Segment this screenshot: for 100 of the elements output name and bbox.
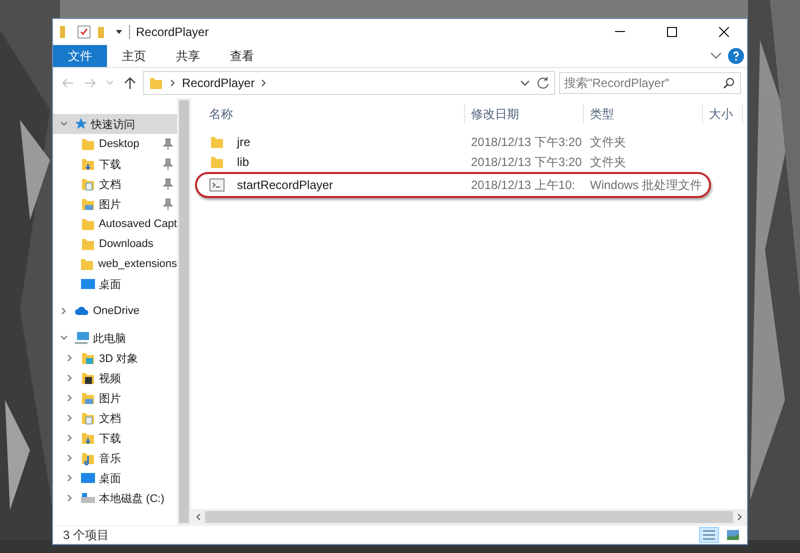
expand-chevron-icon[interactable]: [66, 454, 74, 462]
search-icon: [723, 77, 735, 89]
column-header[interactable]: 名称: [203, 104, 465, 124]
sidebar-item[interactable]: Downloads: [53, 234, 177, 254]
modified-date: 2018/12/13 上午10:: [470, 176, 576, 194]
file-row[interactable]: jre 2018/12/13 下午3:20 文件夹: [203, 132, 747, 152]
sidebar-item[interactable]: 图片: [53, 388, 177, 408]
help-icon: [728, 48, 744, 64]
item-count: 3 个项目: [63, 526, 110, 544]
scroll-left-icon[interactable]: [195, 513, 201, 521]
search-field[interactable]: 搜索"RecordPlayer": [559, 72, 741, 94]
cloud-icon: [74, 305, 90, 317]
special-folder-icon: [80, 156, 96, 172]
expand-chevron-icon[interactable]: [66, 434, 74, 442]
sidebar-item[interactable]: 桌面: [53, 274, 177, 294]
horizontal-scrollbar[interactable]: [191, 509, 747, 525]
sidebar-item[interactable]: web_extensions: [53, 254, 177, 274]
ribbon-tab[interactable]: 文件: [53, 45, 107, 67]
special-folder-icon: [80, 370, 96, 386]
sidebar-item[interactable]: OneDrive: [53, 301, 177, 321]
sidebar-item[interactable]: 下载: [53, 428, 177, 448]
dropdown-icon[interactable]: [115, 29, 123, 35]
details-view-icon: [702, 529, 716, 541]
file-name: startRecordPlayer: [236, 178, 334, 192]
sidebar-item[interactable]: Autosaved Capt: [53, 214, 177, 234]
special-folder-icon: [80, 350, 96, 366]
special-folder-icon: [80, 176, 96, 192]
ribbon-tab[interactable]: 主页: [107, 45, 161, 67]
special-folder-icon: [80, 450, 96, 466]
file-type: 文件夹: [589, 154, 627, 170]
window-title: RecordPlayer: [129, 25, 209, 39]
drive-icon: [80, 492, 96, 504]
chevron-down-icon: [710, 52, 722, 60]
details-view-button[interactable]: [699, 527, 719, 543]
column-header[interactable]: 大小: [703, 104, 743, 124]
sidebar-item[interactable]: 本地磁盘 (C:): [53, 488, 177, 508]
folder-icon: [209, 134, 225, 150]
sidebar-item[interactable]: 快速访问: [53, 114, 177, 134]
minimize-icon: [615, 31, 625, 33]
file-name: jre: [236, 135, 250, 149]
ribbon-tab[interactable]: 共享: [161, 45, 215, 67]
sidebar-item[interactable]: 视频: [53, 368, 177, 388]
special-folder-icon: [80, 390, 96, 406]
file-type: 文件夹: [589, 134, 627, 150]
expand-chevron-icon[interactable]: [66, 394, 74, 402]
up-arrow-icon: [124, 77, 136, 89]
chevron-down-icon[interactable]: [520, 80, 530, 86]
pin-icon[interactable]: [163, 178, 173, 190]
expand-chevron-icon[interactable]: [66, 354, 74, 362]
pin-icon[interactable]: [163, 138, 173, 150]
breadcrumb[interactable]: RecordPlayer: [182, 76, 255, 90]
collapse-chevron-icon[interactable]: [60, 120, 68, 128]
folder-icon: [209, 154, 225, 170]
file-row[interactable]: startRecordPlayer 2018/12/13 上午10: Windows 批处理文件: [195, 172, 711, 198]
special-folder-icon: [80, 196, 96, 212]
sidebar-item[interactable]: 3D 对象: [53, 348, 177, 368]
sidebar-item[interactable]: 下载: [53, 154, 177, 174]
folder-icon: [80, 136, 96, 152]
special-folder-icon: [80, 410, 96, 426]
vertical-scrollbar[interactable]: [177, 98, 191, 525]
sidebar-item[interactable]: 音乐: [53, 448, 177, 468]
desktop-icon: [80, 472, 96, 484]
ribbon-tab[interactable]: 查看: [215, 45, 269, 67]
pin-icon[interactable]: [163, 198, 173, 210]
sidebar-item[interactable]: 此电脑: [53, 328, 177, 348]
expand-chevron-icon[interactable]: [66, 374, 74, 382]
collapse-chevron-icon[interactable]: [60, 334, 68, 342]
address-bar[interactable]: RecordPlayer: [143, 71, 555, 95]
folder-icon: [79, 256, 96, 272]
close-icon: [719, 27, 729, 37]
computer-icon: [74, 331, 90, 345]
sidebar-item[interactable]: Desktop: [53, 134, 177, 154]
chevron-right-icon: [170, 79, 176, 87]
desktop-icon: [80, 278, 96, 290]
thumbnail-view-icon: [726, 529, 740, 541]
maximize-icon: [667, 27, 677, 37]
file-name: lib: [236, 155, 250, 169]
sidebar-item[interactable]: 桌面: [53, 468, 177, 488]
chevron-right-icon: [260, 79, 267, 87]
expand-chevron-icon[interactable]: [66, 474, 74, 482]
sidebar-item[interactable]: 文档: [53, 174, 177, 194]
properties-icon[interactable]: [77, 25, 91, 39]
expand-chevron-icon[interactable]: [66, 414, 74, 422]
sidebar-item[interactable]: 文档: [53, 408, 177, 428]
folder-icon: [80, 216, 96, 232]
column-header[interactable]: 类型: [584, 104, 703, 124]
sidebar-item[interactable]: 图片: [53, 194, 177, 214]
scroll-right-icon[interactable]: [737, 513, 743, 521]
help-button[interactable]: [725, 45, 747, 67]
file-row[interactable]: lib 2018/12/13 下午3:20 文件夹: [203, 152, 747, 172]
pin-icon[interactable]: [163, 158, 173, 170]
file-type: Windows 批处理文件: [589, 176, 703, 194]
modified-date: 2018/12/13 下午3:20: [470, 134, 583, 150]
special-folder-icon: [80, 430, 96, 446]
expand-chevron-icon[interactable]: [60, 307, 68, 315]
back-arrow-icon: [62, 78, 74, 88]
expand-chevron-icon[interactable]: [66, 494, 74, 502]
modified-date: 2018/12/13 下午3:20: [470, 154, 583, 170]
column-header[interactable]: 修改日期: [465, 104, 584, 124]
refresh-icon[interactable]: [536, 76, 550, 90]
